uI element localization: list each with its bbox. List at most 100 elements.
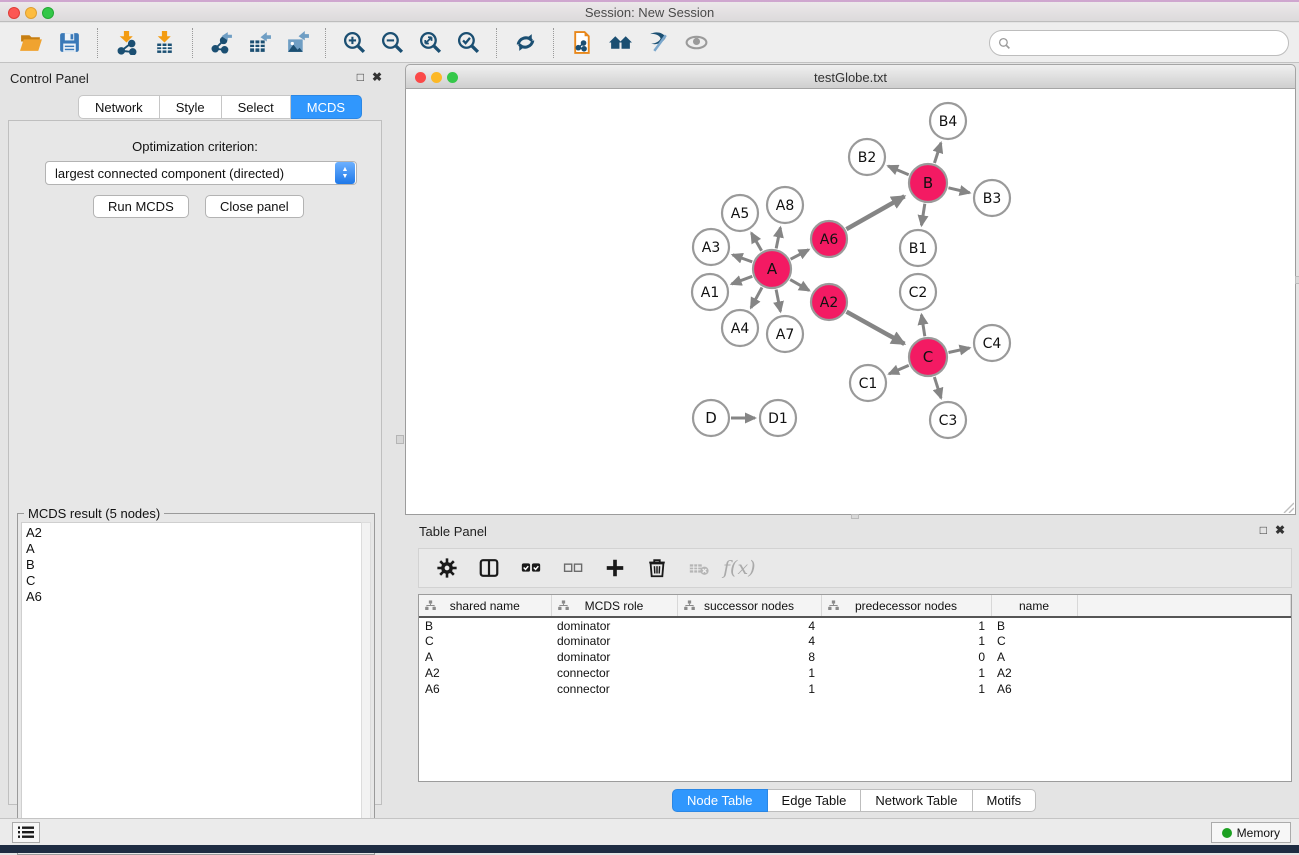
graph-node-A4[interactable]: A4 [722, 310, 758, 346]
table-cell[interactable]: 1 [677, 681, 821, 697]
mcds-result-item[interactable]: A [26, 541, 362, 557]
export-table-icon[interactable] [240, 27, 278, 59]
graph-node-C[interactable]: C [909, 338, 947, 376]
table-cell[interactable]: 4 [677, 633, 821, 649]
table-row[interactable]: Cdominator41C [419, 633, 1291, 649]
export-network-icon[interactable] [202, 27, 240, 59]
graph-node-C3[interactable]: C3 [930, 402, 966, 438]
table-cell[interactable]: A6 [991, 681, 1077, 697]
table-cell[interactable]: A2 [991, 665, 1077, 681]
table-cell[interactable]: 8 [677, 649, 821, 665]
table-cell[interactable]: 1 [821, 633, 991, 649]
float-table-panel-icon[interactable]: □ [1260, 524, 1267, 536]
table-cell[interactable]: C [419, 633, 551, 649]
graph-edge[interactable] [790, 280, 809, 291]
zoom-selected-icon[interactable] [449, 27, 487, 59]
delete-column-trash-icon[interactable] [639, 552, 675, 584]
memory-button[interactable]: Memory [1211, 822, 1291, 843]
table-cell[interactable]: dominator [551, 649, 677, 665]
graph-edge[interactable] [948, 188, 969, 193]
graph-edge[interactable] [846, 196, 904, 229]
table-row[interactable]: A2connector11A2 [419, 665, 1291, 681]
graph-edge[interactable] [751, 233, 761, 251]
panel-splitter-handle[interactable] [396, 435, 404, 444]
graph-edge[interactable] [776, 290, 780, 312]
export-image-icon[interactable] [278, 27, 316, 59]
graph-node-B2[interactable]: B2 [849, 139, 885, 175]
graph-edge[interactable] [791, 250, 809, 260]
graph-node-D1[interactable]: D1 [760, 400, 796, 436]
graph-node-A8[interactable]: A8 [767, 187, 803, 223]
network-canvas[interactable]: B4B2BB3A8A5A6A3B1AA1C2A2A4A7C4CC1DD1C3 [405, 89, 1296, 515]
graph-edge[interactable] [732, 276, 753, 284]
frame-handle-right[interactable] [1295, 276, 1299, 284]
mcds-result-item[interactable]: C [26, 573, 362, 589]
graph-edge[interactable] [733, 255, 753, 262]
task-history-list-icon[interactable] [12, 822, 40, 843]
mcds-result-list[interactable]: A2ABCA6 [21, 522, 363, 850]
table-row[interactable]: Bdominator41B [419, 617, 1291, 633]
tab-mcds[interactable]: MCDS [291, 95, 362, 119]
column-header[interactable]: shared name [419, 595, 551, 617]
zoom-out-icon[interactable] [373, 27, 411, 59]
table-cell[interactable]: 1 [677, 665, 821, 681]
tab-network[interactable]: Network [78, 95, 160, 119]
table-cell[interactable]: A6 [419, 681, 551, 697]
graph-edge[interactable] [888, 166, 909, 175]
graph-node-A3[interactable]: A3 [693, 229, 729, 265]
graph-node-B3[interactable]: B3 [974, 180, 1010, 216]
graph-node-A1[interactable]: A1 [692, 274, 728, 310]
table-row[interactable]: A6connector11A6 [419, 681, 1291, 697]
tab-select[interactable]: Select [222, 95, 291, 119]
graph-node-B1[interactable]: B1 [900, 230, 936, 266]
table-cell[interactable]: A [991, 649, 1077, 665]
close-table-panel-icon[interactable]: ✖ [1275, 524, 1285, 536]
table-cell[interactable]: A [419, 649, 551, 665]
graph-edge[interactable] [934, 377, 941, 398]
graph-edge[interactable] [776, 228, 780, 249]
graph-node-A2[interactable]: A2 [811, 284, 847, 320]
import-table-icon[interactable] [145, 27, 183, 59]
table-cell[interactable]: 1 [821, 681, 991, 697]
table-cell[interactable]: connector [551, 681, 677, 697]
window-resize-grip[interactable] [1282, 501, 1294, 513]
graph-node-C4[interactable]: C4 [974, 325, 1010, 361]
table-cell[interactable]: 1 [821, 617, 991, 633]
graph-edge[interactable] [889, 365, 909, 374]
mcds-result-item[interactable]: A6 [26, 589, 362, 605]
open-file-icon[interactable] [12, 27, 50, 59]
graph-node-A6[interactable]: A6 [811, 221, 847, 257]
select-all-columns-icon[interactable] [513, 552, 549, 584]
mcds-result-item[interactable]: A2 [26, 525, 362, 541]
table-cell[interactable]: connector [551, 665, 677, 681]
graph-edge[interactable] [949, 348, 970, 353]
run-mcds-button[interactable]: Run MCDS [93, 195, 189, 218]
table-cell[interactable]: B [991, 617, 1077, 633]
mcds-result-item[interactable]: B [26, 557, 362, 573]
zoom-in-icon[interactable] [335, 27, 373, 59]
hide-annotations-icon[interactable] [639, 27, 677, 59]
result-scrollbar[interactable] [361, 522, 371, 850]
import-network-icon[interactable] [107, 27, 145, 59]
tab-node-table[interactable]: Node Table [672, 789, 768, 812]
table-row[interactable]: Adominator80A [419, 649, 1291, 665]
graph-node-A7[interactable]: A7 [767, 316, 803, 352]
table-options-gear-icon[interactable] [429, 552, 465, 584]
graph-node-C2[interactable]: C2 [900, 274, 936, 310]
table-cell[interactable]: C [991, 633, 1077, 649]
graph-edge[interactable] [934, 143, 940, 163]
column-header[interactable]: name [991, 595, 1077, 617]
network-from-selection-icon[interactable] [563, 27, 601, 59]
show-column-panel-icon[interactable] [471, 552, 507, 584]
deselect-all-columns-icon[interactable] [555, 552, 591, 584]
close-panel-icon[interactable]: ✖ [372, 71, 382, 83]
table-cell[interactable]: dominator [551, 633, 677, 649]
close-panel-button[interactable]: Close panel [205, 195, 304, 218]
column-header[interactable]: MCDS role [551, 595, 677, 617]
table-cell[interactable]: dominator [551, 617, 677, 633]
graph-edge[interactable] [846, 312, 904, 344]
table-cell[interactable]: B [419, 617, 551, 633]
save-session-icon[interactable] [50, 27, 88, 59]
table-cell[interactable]: 4 [677, 617, 821, 633]
graph-node-B4[interactable]: B4 [930, 103, 966, 139]
